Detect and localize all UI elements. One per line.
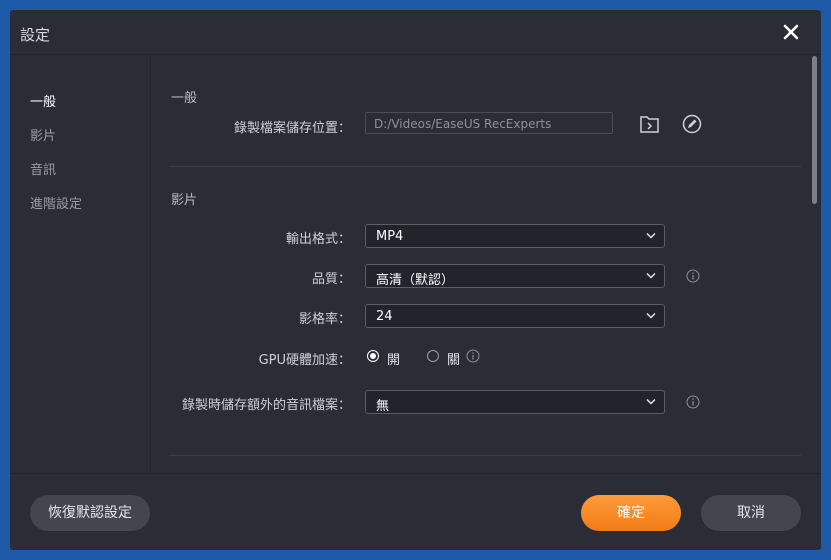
dialog-title: 設定 — [20, 26, 51, 44]
close-button[interactable] — [781, 22, 801, 42]
info-icon[interactable] — [686, 269, 700, 283]
sidebar-item-audio[interactable]: 音訊 — [30, 159, 56, 178]
settings-sidebar: 一般 影片 音訊 進階設定 — [10, 55, 151, 473]
restore-defaults-button[interactable]: 恢復默認設定 — [30, 495, 150, 531]
ok-button[interactable]: 確定 — [581, 495, 681, 531]
title-bar: 設定 — [10, 10, 821, 55]
chevron-down-icon — [646, 272, 656, 279]
folder-open-icon — [640, 116, 659, 133]
gpu-label: GPU硬體加速： — [258, 353, 351, 368]
edit-icon — [682, 114, 702, 134]
format-value: MP4 — [376, 229, 404, 244]
extra-audio-value: 無 — [376, 399, 390, 414]
settings-content: 一般 錄製檔案儲存位置： D:/Videos/EaseUS RecExperts… — [151, 55, 821, 473]
format-select[interactable]: MP4 — [365, 224, 665, 248]
cancel-button[interactable]: 取消 — [701, 495, 801, 531]
divider — [169, 166, 801, 167]
open-folder-button[interactable] — [639, 113, 661, 139]
info-icon[interactable] — [686, 395, 700, 409]
format-label: 輸出格式： — [285, 232, 351, 247]
gpu-on-radio[interactable] — [367, 350, 379, 362]
extra-audio-select[interactable]: 無 — [365, 390, 665, 414]
settings-dialog: 設定 一般 影片 音訊 進階設定 一般 錄製檔案儲存位置： D:/Videos/… — [10, 10, 821, 550]
framerate-value: 24 — [376, 309, 393, 324]
quality-select[interactable]: 高清（默認） — [365, 264, 665, 288]
sidebar-item-video[interactable]: 影片 — [30, 125, 56, 144]
quality-label: 品質： — [311, 272, 351, 287]
framerate-label: 影格率： — [298, 312, 351, 327]
close-icon — [783, 24, 799, 40]
quality-value: 高清（默認） — [376, 273, 455, 288]
gpu-off-label: 關 — [447, 353, 461, 368]
dialog-footer: 恢復默認設定 確定 取消 — [10, 473, 821, 550]
chevron-down-icon — [646, 312, 656, 319]
section-title-video: 影片 — [171, 193, 198, 208]
gpu-on-label: 開 — [387, 353, 401, 368]
scrollbar-thumb[interactable] — [812, 56, 817, 204]
save-location-label: 錄製檔案儲存位置： — [233, 121, 351, 136]
divider — [169, 455, 801, 456]
save-location-value: D:/Videos/EaseUS RecExperts — [374, 117, 552, 131]
sidebar-item-general[interactable]: 一般 — [30, 91, 56, 110]
chevron-down-icon — [646, 232, 656, 239]
edit-path-button[interactable] — [682, 114, 702, 138]
section-title-general: 一般 — [171, 91, 198, 106]
save-location-field[interactable]: D:/Videos/EaseUS RecExperts — [365, 112, 613, 134]
extra-audio-label: 錄製時儲存額外的音訊檔案： — [181, 398, 351, 413]
info-icon[interactable] — [466, 349, 480, 363]
chevron-down-icon — [646, 398, 656, 405]
gpu-off-radio[interactable] — [427, 350, 439, 362]
sidebar-item-advanced[interactable]: 進階設定 — [30, 193, 82, 212]
framerate-select[interactable]: 24 — [365, 304, 665, 328]
